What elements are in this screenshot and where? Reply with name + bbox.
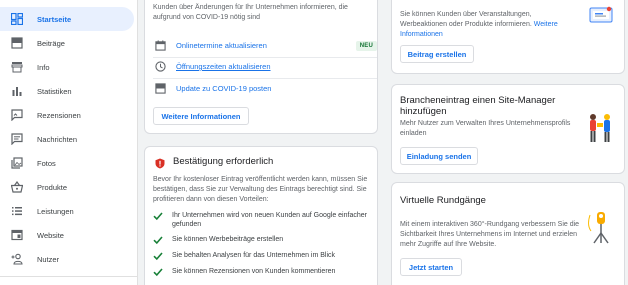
benefit-item: Sie behalten Analysen für das Unternehme… [153, 251, 373, 261]
sidebar-item-label: Rezensionen [37, 110, 81, 120]
sidebar-item-label: Nutzer [37, 254, 60, 264]
benefit-text: Ihr Unternehmen wird von neuen Kunden au… [172, 212, 367, 228]
posts-icon [11, 37, 23, 49]
sidebar-item-statistiken[interactable]: Statistiken [0, 79, 134, 103]
benefit-item: Sie können Rezensionen von Kunden kommen… [153, 267, 373, 277]
sidebar-item-label: Statistiken [37, 86, 72, 96]
sidebar-item-leistungen[interactable]: Leistungen [0, 199, 134, 223]
benefit-text: Sie behalten Analysen für das Unternehme… [172, 252, 336, 259]
site-manager-card: Brancheneintrag einen Site-Manager hinzu… [391, 84, 625, 174]
check-icon [153, 212, 163, 221]
post-card-description: Sie können Kunden über Veranstaltungen, … [400, 11, 532, 28]
website-icon [11, 229, 23, 241]
camera-tripod-illustration [588, 209, 614, 245]
covid-row-label: Update zu COVID-19 posten [176, 84, 272, 93]
basket-icon [11, 181, 23, 193]
sidebar-item-beitraege[interactable]: Beiträge [0, 31, 134, 55]
photos-icon [11, 157, 23, 169]
benefit-text: Sie können Rezensionen von Kunden kommen… [172, 268, 336, 275]
sidebar-item-nachrichten[interactable]: Nachrichten [0, 127, 134, 151]
create-post-card: Sie können Kunden über Veranstaltungen, … [391, 0, 625, 74]
bar-chart-icon [11, 85, 23, 97]
sidebar-item-startseite[interactable]: Startseite [0, 7, 134, 31]
create-post-button[interactable]: Beitrag erstellen [400, 45, 474, 63]
new-badge: NEU [355, 40, 377, 51]
sidebar-item-label: Beiträge [37, 38, 65, 48]
verification-card: Bestätigung erforderlich Bevor Ihr koste… [144, 146, 378, 285]
add-user-icon [11, 253, 23, 265]
benefit-item: Ihr Unternehmen wird von neuen Kunden au… [153, 211, 373, 229]
calendar-icon [155, 40, 166, 51]
covid-row-onlinetermine[interactable]: Onlinetermine aktualisieren NEU [153, 35, 377, 56]
verification-intro: Bevor Ihr kostenloser Eintrag veröffentl… [153, 176, 368, 203]
sidebar-item-website[interactable]: Website [0, 223, 134, 247]
sidebar-nav: Startseite Beiträge Info Statistiken Rez… [0, 0, 138, 285]
sidebar-item-label: Startseite [37, 14, 72, 24]
check-icon [153, 268, 163, 277]
review-icon [11, 109, 23, 121]
virtual-tour-title: Virtuelle Rundgänge [400, 195, 486, 206]
storefront-icon [11, 61, 23, 73]
site-manager-text: Mehr Nutzer zum Verwalten Ihres Unterneh… [400, 120, 571, 137]
sidebar-item-fotos[interactable]: Fotos [0, 151, 134, 175]
sidebar-item-label: Info [37, 62, 50, 72]
more-info-button[interactable]: Weitere Informationen [153, 107, 249, 125]
benefit-item: Sie können Werbebeiträge erstellen [153, 235, 373, 245]
sidebar-item-rezensionen[interactable]: Rezensionen [0, 103, 134, 127]
sidebar-item-info[interactable]: Info [0, 55, 134, 79]
covid-row-post-update[interactable]: Update zu COVID-19 posten [153, 78, 377, 99]
check-icon [153, 252, 163, 261]
sidebar-divider [0, 276, 138, 277]
sidebar-item-nutzer[interactable]: Nutzer [0, 247, 134, 271]
sidebar-item-label: Produkte [37, 182, 68, 192]
covid-intro-text: Kunden über Änderungen für Ihr Unternehm… [153, 4, 348, 21]
virtual-tour-text: Mit einem interaktiven 360°-Rundgang ver… [400, 221, 580, 248]
virtual-tour-card: Virtuelle Rundgänge Mit einem interaktiv… [391, 182, 625, 285]
covid-row-label: Onlinetermine aktualisieren [176, 41, 267, 50]
sidebar-item-label: Fotos [37, 158, 56, 168]
benefit-text: Sie können Werbebeiträge erstellen [172, 236, 284, 243]
covid-update-card: Kunden über Änderungen für Ihr Unternehm… [144, 0, 378, 134]
sidebar-item-label: Leistungen [37, 206, 74, 216]
verification-title: Bestätigung erforderlich [173, 156, 274, 167]
dashboard-icon [11, 13, 23, 25]
sidebar-item-produkte[interactable]: Produkte [0, 175, 134, 199]
post-card-text: Sie können Kunden über Veranstaltungen, … [400, 10, 562, 40]
clock-icon [155, 61, 166, 72]
post-illustration [588, 3, 614, 25]
list-icon [11, 205, 23, 217]
covid-row-oeffnungszeiten[interactable]: Öffnungszeiten aktualisieren [153, 56, 377, 77]
post-icon [155, 83, 166, 94]
start-tour-button[interactable]: Jetzt starten [400, 258, 462, 276]
send-invite-button[interactable]: Einladung senden [400, 147, 478, 165]
sidebar-item-label: Nachrichten [37, 134, 78, 144]
site-manager-title: Brancheneintrag einen Site-Manager hinzu… [400, 95, 556, 117]
covid-row-label: Öffnungszeiten aktualisieren [176, 62, 271, 71]
message-icon [11, 133, 23, 145]
check-icon [153, 236, 163, 245]
sidebar-item-label: Website [37, 230, 64, 240]
alert-shield-icon [155, 156, 165, 169]
managers-illustration [584, 111, 616, 145]
